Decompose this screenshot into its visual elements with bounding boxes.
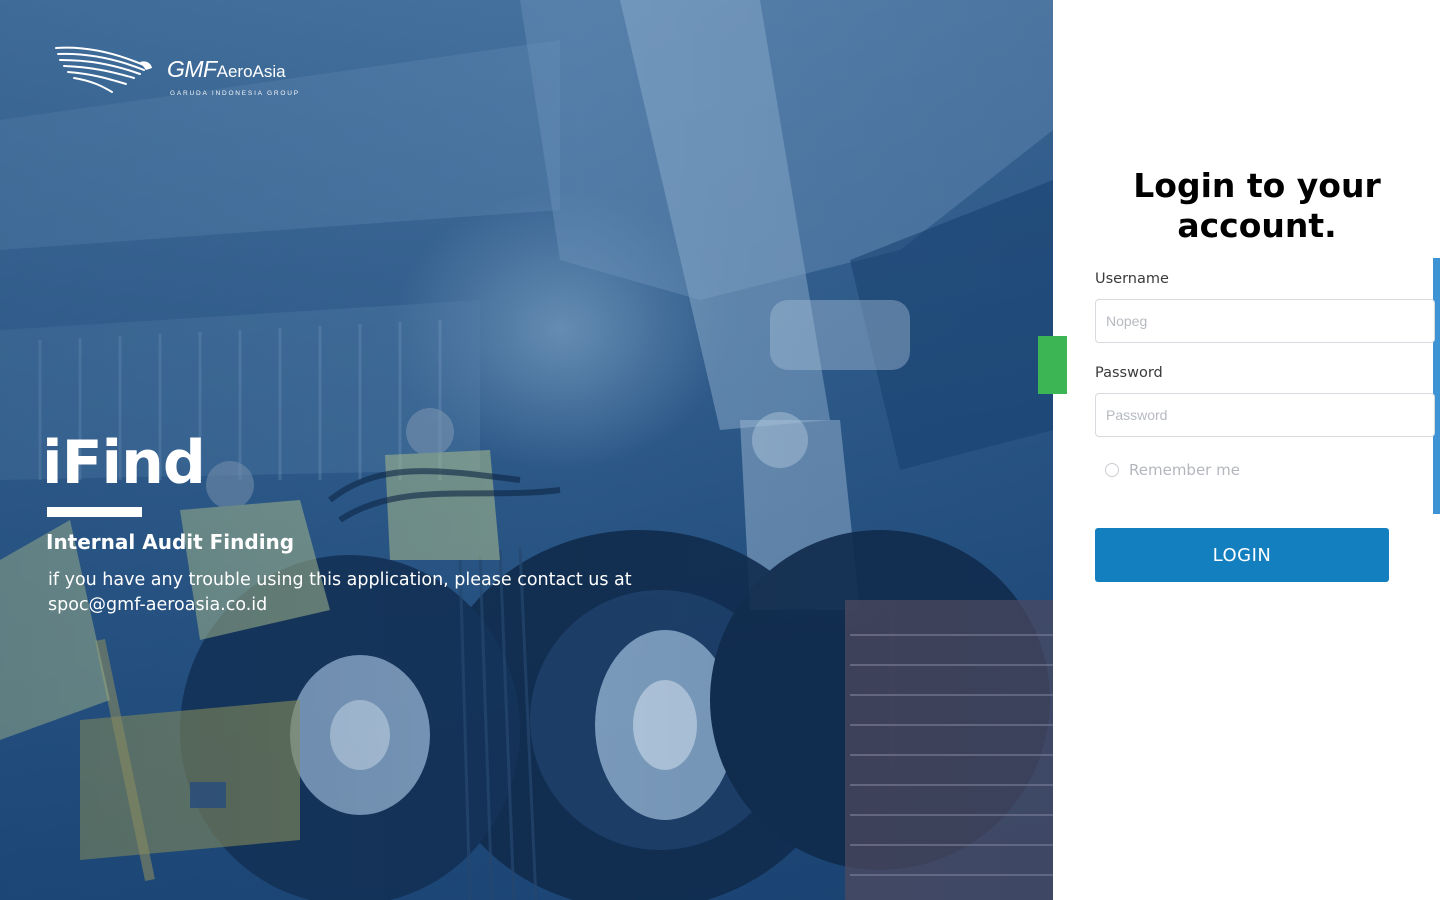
title-underline [47,507,142,517]
app-title: iFind [42,428,206,498]
side-toggle-tab[interactable] [1038,336,1067,394]
username-label: Username [1095,271,1169,287]
password-input[interactable] [1095,393,1435,437]
logo-tagline: GARUDA INDONESIA GROUP [170,90,300,97]
gmf-aeroasia-logo: GMFAeroAsia GARUDA INDONESIA GROUP [54,44,304,104]
panel-scrollbar[interactable] [1433,258,1440,514]
username-input[interactable] [1095,299,1435,343]
support-contact-text: if you have any trouble using this appli… [48,570,632,615]
hero-panel: GMFAeroAsia GARUDA INDONESIA GROUP iFind… [0,0,1053,900]
login-button[interactable]: LOGIN [1095,528,1389,582]
remember-me-radio[interactable] [1105,463,1119,477]
remember-me-label[interactable]: Remember me [1129,461,1240,479]
logo-wordmark: GMFAeroAsia [167,56,286,83]
logo-text-aeroasia: AeroAsia [216,62,286,81]
logo-text-gmf: GMF [167,56,217,82]
remember-me-option[interactable]: Remember me [1105,460,1240,480]
app-subtitle: Internal Audit Finding [46,530,295,554]
garuda-wing-logo-icon [55,46,152,93]
login-heading: Login to your account. [1133,166,1381,245]
password-label: Password [1095,365,1163,381]
login-panel [1053,0,1440,900]
